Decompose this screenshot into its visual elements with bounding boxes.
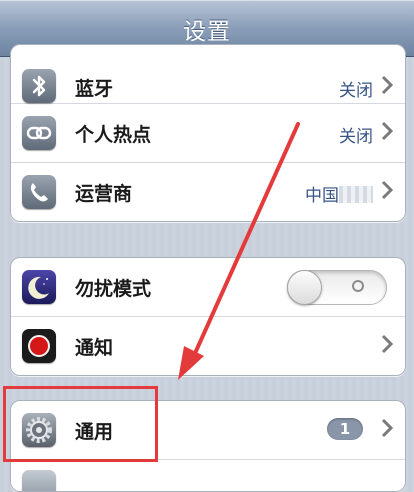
notification-icon	[22, 329, 56, 363]
settings-row-general[interactable]: 通用 1	[11, 401, 405, 460]
settings-row-value: 关闭	[339, 127, 373, 147]
settings-row-next[interactable]	[11, 460, 405, 491]
settings-row-notifications[interactable]: 通知	[11, 317, 405, 375]
chevron-right-icon	[381, 121, 393, 141]
settings-row-value: 关闭	[339, 81, 373, 101]
page-title: 设置	[183, 19, 231, 45]
settings-row-do-not-disturb[interactable]: 勿扰模式	[11, 258, 405, 317]
settings-row-label: 勿扰模式	[75, 278, 152, 300]
bluetooth-icon	[22, 69, 56, 103]
settings-row-value: 中国	[305, 181, 373, 206]
toggle-knob	[287, 270, 322, 305]
phone-icon	[22, 175, 56, 209]
settings-row-hotspot[interactable]: 个人热点 关闭	[11, 104, 405, 163]
app-icon	[22, 470, 56, 491]
settings-group-notifications: 勿扰模式 通知	[10, 257, 406, 376]
chevron-right-icon	[381, 334, 393, 354]
settings-row-label: 通用	[75, 421, 114, 443]
settings-row-label: 蓝牙	[75, 78, 114, 100]
hotspot-link-icon	[22, 116, 56, 150]
chevron-right-icon	[381, 418, 393, 438]
update-count-badge: 1	[327, 418, 363, 440]
settings-row-label: 运营商	[75, 183, 133, 205]
settings-group-general: 通用 1	[10, 400, 406, 492]
settings-row-bluetooth[interactable]: 蓝牙 关闭	[11, 45, 405, 104]
do-not-disturb-toggle[interactable]	[287, 270, 387, 305]
carrier-name: 中国	[305, 186, 339, 206]
toggle-off-indicator	[352, 280, 364, 292]
settings-row-carrier[interactable]: 运营商 中国	[11, 163, 405, 221]
gear-icon	[22, 413, 56, 447]
settings-group-connectivity: 蓝牙 关闭 个人热点 关闭 运营商 中国	[10, 44, 406, 222]
settings-row-label: 个人热点	[75, 124, 152, 146]
chevron-right-icon	[381, 180, 393, 200]
blurred-carrier-suffix	[339, 186, 373, 203]
moon-icon	[22, 270, 56, 304]
settings-row-label: 通知	[75, 337, 114, 359]
chevron-right-icon	[381, 75, 393, 95]
